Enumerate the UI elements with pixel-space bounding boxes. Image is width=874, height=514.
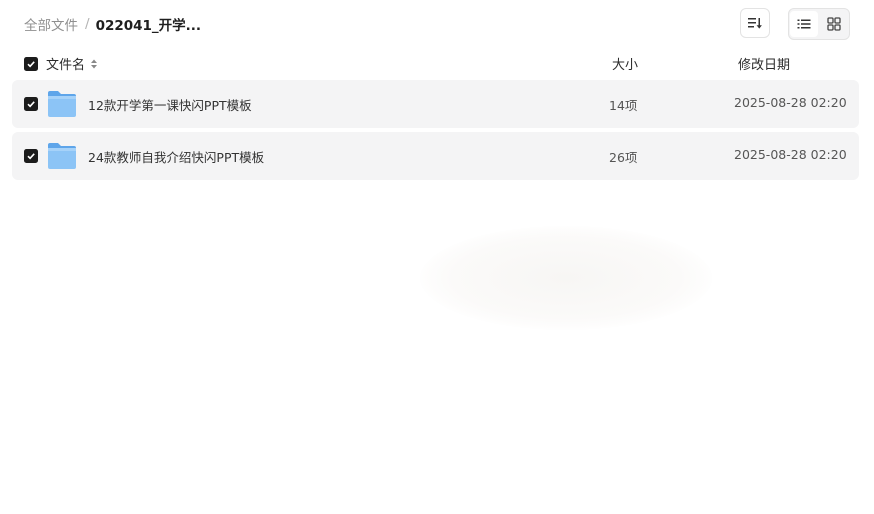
row-checkbox[interactable] (24, 97, 38, 111)
check-icon (27, 101, 35, 108)
column-header-date: 修改日期 (738, 58, 791, 73)
file-size: 14项 (609, 98, 638, 113)
breadcrumb-separator: / (85, 16, 90, 32)
folder-icon (48, 143, 76, 169)
file-size: 26项 (609, 150, 638, 165)
check-icon (27, 61, 35, 68)
column-header-name-label: 文件名 (46, 58, 86, 73)
breadcrumb-root-link[interactable]: 全部文件 (24, 14, 78, 34)
grid-view-button[interactable] (820, 11, 848, 37)
breadcrumb-current: 022041_开学... (95, 18, 202, 34)
folder-icon (48, 91, 76, 117)
sort-caret-icon (90, 58, 98, 70)
sort-desc-icon (748, 18, 762, 29)
list-view-button[interactable] (790, 11, 818, 37)
file-modified-date: 2025-08-28 02:20 (734, 95, 847, 110)
file-modified-date: 2025-08-28 02:20 (734, 147, 847, 162)
column-header-name[interactable]: 文件名 (46, 54, 98, 73)
list-icon (797, 19, 811, 29)
check-icon (27, 153, 35, 160)
file-name[interactable]: 12款开学第一课快闪PPT模板 (88, 95, 252, 114)
breadcrumb: 全部文件 / 022041_开学... (24, 14, 201, 34)
row-checkbox[interactable] (24, 149, 38, 163)
sort-button[interactable] (740, 8, 770, 38)
grid-icon (827, 17, 841, 31)
background-shadow (420, 226, 712, 330)
table-row[interactable]: 24款教师自我介绍快闪PPT模板 26项 2025-08-28 02:20 (12, 132, 859, 180)
top-bar: 全部文件 / 022041_开学... (0, 0, 874, 48)
table-header: 文件名 大小 修改日期 (0, 52, 874, 76)
table-row[interactable]: 12款开学第一课快闪PPT模板 14项 2025-08-28 02:20 (12, 80, 859, 128)
file-name[interactable]: 24款教师自我介绍快闪PPT模板 (88, 147, 264, 166)
select-all-checkbox[interactable] (24, 57, 38, 71)
view-toggle (788, 8, 850, 40)
column-header-size: 大小 (612, 58, 639, 73)
